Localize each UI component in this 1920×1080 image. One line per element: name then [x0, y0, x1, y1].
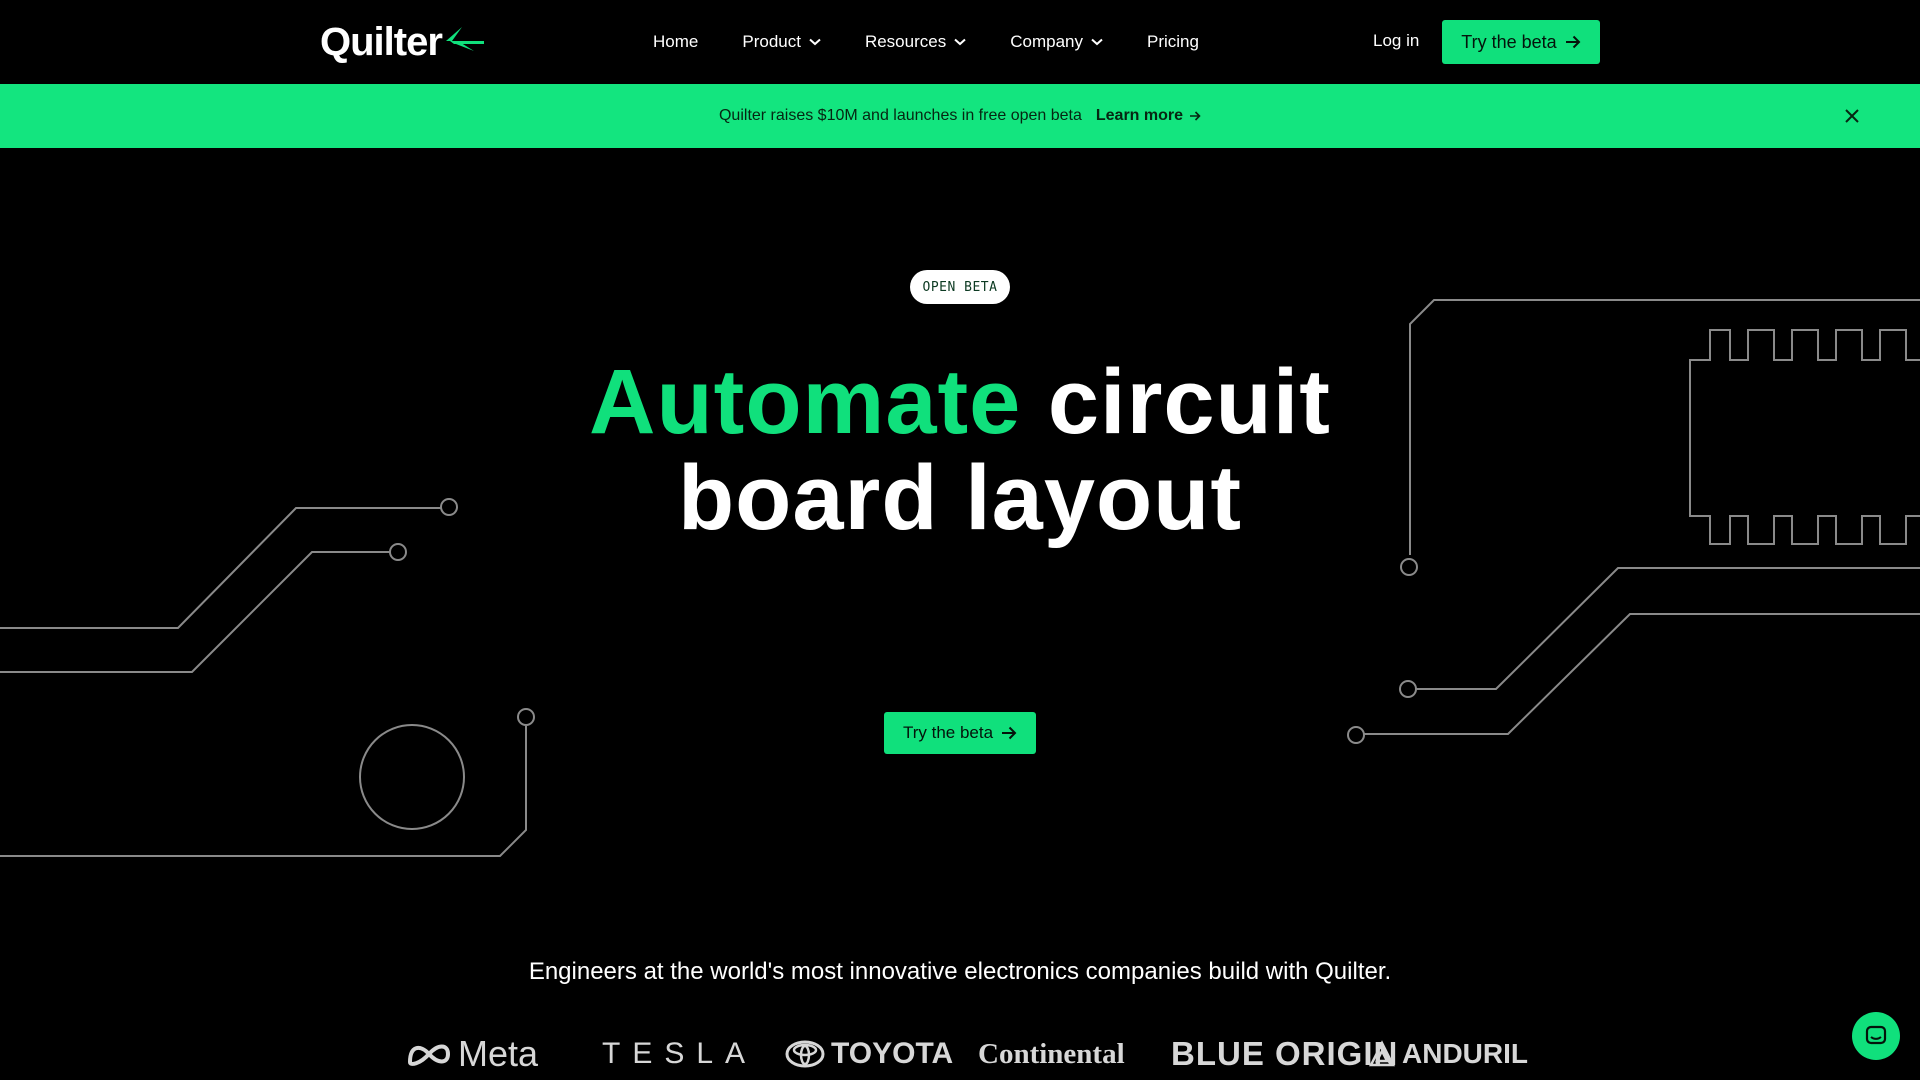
arrow-right-icon [1001, 726, 1017, 740]
close-icon[interactable] [1842, 106, 1862, 126]
anduril-wordmark: ANDURIL [1402, 1038, 1528, 1069]
nav-pricing[interactable]: Pricing [1147, 32, 1199, 52]
learn-more-link[interactable]: Learn more [1096, 107, 1201, 125]
customers-tagline: Engineers at the world's most innovative… [528, 958, 1392, 985]
headline-accent: Automate [589, 351, 1022, 453]
toyota-emblem-icon [785, 1040, 825, 1068]
continental-logo: Continental [978, 1030, 1125, 1078]
chevron-down-icon [954, 38, 966, 46]
toyota-logo: TOYOTA [785, 1030, 953, 1078]
continental-wordmark: Continental [978, 1037, 1125, 1070]
tesla-logo: TESLA [602, 1037, 758, 1070]
arrow-right-icon [1565, 35, 1581, 49]
nav-company[interactable]: Company [1010, 32, 1103, 52]
try-beta-button[interactable]: Try the beta [1442, 20, 1600, 64]
open-beta-badge: OPEN BETA [910, 270, 1010, 304]
try-beta-label: Try the beta [1461, 31, 1557, 52]
nav-product-label: Product [742, 32, 801, 51]
chevron-down-icon [809, 38, 821, 46]
quilter-logo[interactable]: Quilter [320, 18, 486, 66]
banner-content: Quilter raises $10M and launches in free… [719, 107, 1201, 125]
hero-try-beta-label: Try the beta [902, 723, 994, 742]
chat-icon [1865, 1025, 1887, 1045]
announcement-banner: Quilter raises $10M and launches in free… [0, 84, 1920, 148]
nav-home[interactable]: Home [653, 32, 698, 52]
headline-rest: circuit [1021, 351, 1331, 453]
chat-widget-button[interactable] [1852, 1012, 1900, 1060]
quilter-logo-mark-icon [445, 27, 484, 51]
nav-product[interactable]: Product [742, 32, 821, 52]
hero-try-beta-button[interactable]: Try the beta [884, 712, 1036, 754]
headline-line-2: board layout [677, 447, 1243, 549]
hero-headline: Automate circuit board layout [0, 354, 1920, 546]
nav-links: Home Product Resources Company Pricing [653, 0, 1243, 84]
toyota-wordmark: TOYOTA [831, 1037, 954, 1070]
arrow-right-icon [1189, 111, 1201, 121]
top-navigation: Quilter Home Product Resources Company P… [0, 0, 1920, 84]
meta-infinity-icon [407, 1044, 451, 1066]
meta-logo: Meta [406, 1030, 538, 1078]
blue-origin-logo: BLUE ORIGIN [1171, 1035, 1399, 1072]
anduril-emblem-icon [1368, 1040, 1396, 1067]
logo-wordmark: Quilter [320, 19, 443, 64]
nav-company-label: Company [1010, 32, 1083, 51]
nav-pricing-label: Pricing [1146, 32, 1199, 51]
meta-wordmark: Meta [458, 1033, 539, 1074]
learn-more-label: Learn more [1095, 107, 1184, 124]
nav-home-label: Home [653, 32, 699, 51]
login-link[interactable]: Log in [1373, 31, 1419, 51]
nav-resources-label: Resources [864, 32, 947, 51]
nav-resources[interactable]: Resources [865, 32, 966, 52]
banner-text: Quilter raises $10M and launches in free… [718, 107, 1082, 124]
chevron-down-icon [1091, 38, 1103, 46]
anduril-logo: ANDURIL [1368, 1030, 1528, 1078]
customer-logos: Meta TESLA TOYOTA Continental BLUE ORIGI… [0, 1030, 1920, 1078]
